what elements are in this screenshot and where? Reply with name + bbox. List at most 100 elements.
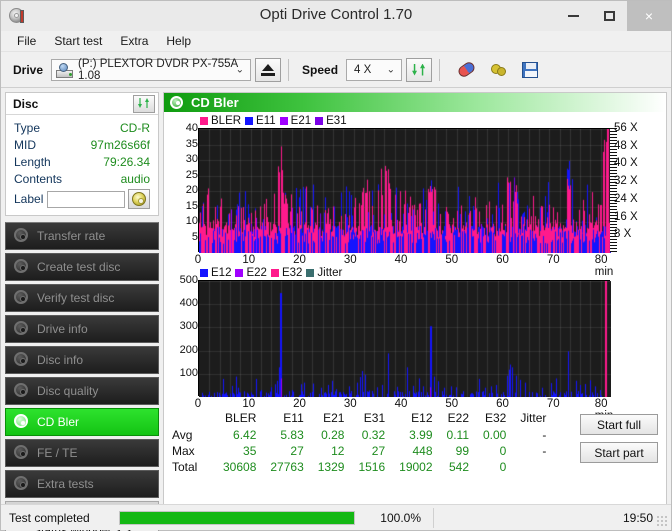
disc-row-key: Contents bbox=[14, 171, 63, 186]
disc-label-row: Label bbox=[14, 189, 150, 209]
eject-button[interactable] bbox=[255, 57, 282, 82]
disc-row-mid: MID 97m26s66f bbox=[14, 136, 150, 153]
stats-cell: 99 bbox=[455, 444, 469, 458]
y-tick-label: 200 bbox=[179, 343, 198, 356]
speed-select-value: 4 X bbox=[354, 63, 372, 76]
chart-bottom-plot bbox=[198, 280, 611, 397]
stats-cell: 0 bbox=[499, 444, 507, 458]
right-tick-label: 8 X bbox=[614, 228, 632, 241]
erase-button[interactable] bbox=[453, 58, 479, 82]
start-full-button[interactable]: Start full bbox=[580, 414, 658, 435]
main-panel: CD Bler BLER E11 E21 E31 5 10 15 20 25 30 35 40 bbox=[163, 92, 667, 523]
sidebar-item-label: Verify test disc bbox=[37, 291, 115, 305]
legend-item-e11: E11 bbox=[245, 115, 276, 127]
disc-row-value: audio bbox=[120, 171, 150, 186]
legend-swatch bbox=[245, 117, 254, 125]
stats-row-label: Max bbox=[172, 444, 195, 458]
x-tick-label: 10 bbox=[242, 398, 256, 410]
stats-col-bler: BLER bbox=[225, 411, 257, 425]
stats-cell: 27763 bbox=[270, 460, 304, 474]
stats-cell: 12 bbox=[331, 444, 345, 458]
maximize-button[interactable] bbox=[591, 1, 627, 31]
sidebar-item-disc-info[interactable]: Disc info bbox=[5, 346, 159, 374]
sidebar-item-label: Create test disc bbox=[37, 260, 121, 274]
stats-cell: 0.00 bbox=[483, 428, 507, 442]
close-button[interactable]: × bbox=[627, 1, 671, 31]
drive-select[interactable]: (P:) PLEXTOR DVDR PX-755A 1.08 ⌄ bbox=[51, 58, 252, 82]
sidebar-item-disc-quality[interactable]: Disc quality bbox=[5, 377, 159, 405]
sidebar-item-fe-te[interactable]: FE / TE bbox=[5, 439, 159, 467]
disc-refresh-button[interactable] bbox=[133, 94, 155, 113]
status-divider bbox=[433, 507, 434, 528]
menu-item-start-test[interactable]: Start test bbox=[45, 32, 111, 50]
legend-item-e22: E22 bbox=[235, 267, 267, 279]
x-tick-label: 40 bbox=[394, 398, 408, 410]
sidebar-item-cd-bler[interactable]: CD Bler bbox=[5, 408, 159, 436]
toolbar-divider-2 bbox=[439, 58, 441, 81]
stats-cell: 0 bbox=[499, 460, 507, 474]
stats-row-label: Total bbox=[172, 460, 198, 474]
disc-info-rows: Type CD-R MID 97m26s66f Length 79:26.34 … bbox=[6, 115, 158, 215]
disc-panel-header: Disc bbox=[6, 93, 158, 115]
sidebar-item-transfer-rate[interactable]: Transfer rate bbox=[5, 222, 159, 250]
sidebar-item-drive-info[interactable]: Drive info bbox=[5, 315, 159, 343]
legend-swatch bbox=[200, 117, 208, 125]
legend-swatch bbox=[315, 117, 324, 125]
x-tick-label: 60 bbox=[496, 398, 509, 410]
sidebar-item-extra-tests[interactable]: Extra tests bbox=[5, 470, 159, 498]
stats-table-area: BLER E11 E21 E31 E12 E22 E32 Jitter Avg … bbox=[164, 410, 666, 480]
menu-item-extra[interactable]: Extra bbox=[111, 32, 157, 50]
speed-label: Speed bbox=[302, 62, 339, 77]
disc-label-input[interactable] bbox=[46, 190, 125, 208]
test-nav-list: Transfer rate Create test disc Verify te… bbox=[5, 222, 159, 531]
chart-top: BLER E11 E21 E31 5 10 15 20 25 30 35 40 8 X 16 X… bbox=[164, 112, 666, 278]
speed-select[interactable]: 4 X ⌄ bbox=[346, 58, 403, 81]
chart-top-plot bbox=[198, 128, 611, 253]
stats-cell: - bbox=[542, 444, 547, 458]
stats-cell: 35 bbox=[243, 444, 257, 458]
sidebar-item-label: CD Bler bbox=[37, 415, 80, 429]
stats-cell: 0.32 bbox=[361, 428, 386, 442]
elapsed-time: 19:50 bbox=[622, 510, 653, 525]
status-message: Test completed bbox=[9, 510, 90, 525]
disc-row-contents: Contents audio bbox=[14, 170, 150, 187]
right-tick-label: 48 X bbox=[614, 139, 638, 152]
disc-row-value: 79:26.34 bbox=[103, 154, 150, 169]
legend-label: E12 bbox=[211, 267, 232, 279]
chart-bottom-legend: E12 E22 E32 Jitter bbox=[200, 266, 666, 280]
stats-col-e22: E22 bbox=[447, 411, 469, 425]
x-tick-label: 0 bbox=[194, 398, 202, 410]
chart-top-legend: BLER E11 E21 E31 bbox=[200, 114, 666, 128]
refresh-icon bbox=[410, 62, 428, 78]
sidebar-item-create-test-disc[interactable]: Create test disc bbox=[5, 253, 159, 281]
window-controls: × bbox=[555, 1, 671, 31]
menu-item-help[interactable]: Help bbox=[157, 32, 200, 50]
right-tick-label: 24 X bbox=[614, 192, 638, 205]
stats-col-e31: E31 bbox=[363, 411, 386, 425]
minimize-button[interactable] bbox=[555, 1, 591, 31]
chevron-down-icon: ⌄ bbox=[235, 64, 245, 75]
refresh-button[interactable] bbox=[406, 57, 433, 82]
disc-icon bbox=[14, 321, 30, 337]
legend-label: E21 bbox=[290, 115, 312, 127]
stats-col-e12: E12 bbox=[411, 411, 433, 425]
save-button[interactable] bbox=[517, 58, 543, 82]
legend-label: E31 bbox=[326, 115, 347, 127]
menu-item-file[interactable]: File bbox=[8, 32, 45, 50]
progress-bar-fill bbox=[120, 511, 354, 524]
right-tick-label: 56 X bbox=[614, 122, 638, 134]
disc-icon bbox=[170, 95, 184, 110]
sidebar-item-label: Drive info bbox=[37, 322, 88, 336]
panel-header: CD Bler bbox=[164, 93, 666, 112]
legend-item-e12: E12 bbox=[200, 267, 231, 279]
app-window: Opti Drive Control 1.70 × File Start tes… bbox=[0, 0, 672, 531]
start-part-button[interactable]: Start part bbox=[580, 442, 658, 463]
stats-col-e11: E11 bbox=[283, 411, 304, 425]
resize-grip[interactable] bbox=[656, 515, 668, 527]
cd-icon bbox=[132, 192, 146, 206]
plug-button[interactable] bbox=[485, 58, 511, 82]
stats-cell: 3.99 bbox=[409, 428, 433, 442]
cd-label-button[interactable] bbox=[128, 189, 150, 209]
sidebar-item-verify-test-disc[interactable]: Verify test disc bbox=[5, 284, 159, 312]
disc-row-length: Length 79:26.34 bbox=[14, 153, 150, 170]
